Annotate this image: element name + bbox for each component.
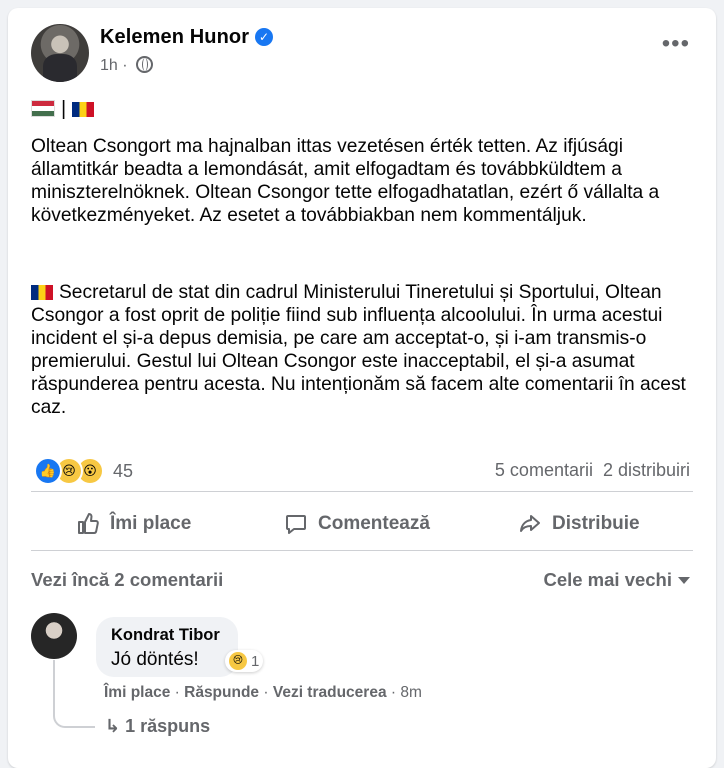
author-name[interactable]: Kelemen Hunor [100, 26, 249, 48]
like-reaction-icon: 👍 [34, 457, 62, 485]
globe-icon [136, 56, 154, 73]
shares-count-link[interactable]: 2 distribuiri [603, 460, 690, 480]
post-text-romanian-block: Secretarul de stat din cadrul Ministerul… [31, 281, 701, 419]
comment-bubble: Kondrat Tibor Jó döntés! [96, 617, 238, 677]
comment-button[interactable]: Comentează [284, 506, 430, 542]
share-arrow-icon [520, 515, 540, 532]
comment-reply-link[interactable]: Răspunde [184, 684, 259, 701]
reply-arrow-icon: ↳ [105, 716, 121, 736]
like-button[interactable]: Îmi place [76, 506, 191, 542]
comment-time[interactable]: 8m [400, 684, 422, 701]
hungary-flag-icon [31, 100, 55, 117]
author-avatar[interactable] [31, 24, 89, 82]
post-text-romanian: Secretarul de stat din cadrul Ministerul… [31, 282, 686, 418]
comment-sort-label: Cele mai vechi [543, 569, 672, 590]
engagement-counts: 5 comentarii 2 distribuiri [495, 460, 690, 481]
comment-text: Jó döntés! [111, 649, 199, 670]
commenter-name[interactable]: Kondrat Tibor [111, 626, 220, 645]
comment-bubble-icon [286, 515, 306, 534]
post-meta: 1h · [100, 56, 154, 75]
comment-reaction-badge[interactable]: 😢 1 [225, 650, 264, 672]
divider [31, 491, 693, 492]
comment-like-link[interactable]: Îmi place [104, 684, 170, 701]
post-text-hungarian: Oltean Csongort ma hajnalban ittas vezet… [31, 136, 660, 226]
verified-badge-icon: ✓ [255, 28, 274, 46]
view-replies-link[interactable]: ↳ 1 răspuns [105, 716, 210, 737]
comment-translate-link[interactable]: Vezi traducerea [273, 684, 387, 701]
replies-count: 1 răspuns [125, 716, 211, 736]
flags-line: | [31, 98, 95, 121]
reactions-summary[interactable]: 👍 😢 😮 45 [34, 457, 133, 485]
sad-reaction-icon: 😢 [229, 652, 247, 670]
comments-count-link[interactable]: 5 comentarii [495, 460, 593, 480]
romania-flag-icon [31, 285, 53, 300]
commenter-avatar[interactable] [31, 613, 77, 659]
flags-separator: | [61, 98, 67, 120]
comment-sort-dropdown[interactable]: Cele mai vechi [543, 569, 690, 591]
comment-button-label: Comentează [318, 513, 430, 534]
reply-thread-line [53, 660, 95, 728]
reaction-count: 45 [113, 460, 134, 481]
post-card: Kelemen Hunor ✓ 1h · ••• | Oltean Csongor… [8, 8, 716, 768]
view-more-comments-link[interactable]: Vezi încă 2 comentarii [31, 569, 223, 591]
comment-actions: Îmi place · Răspunde · Vezi traducerea ·… [104, 684, 422, 701]
post-time[interactable]: 1h [100, 57, 118, 74]
romania-flag-icon [72, 102, 95, 117]
more-options-button[interactable]: ••• [662, 32, 690, 56]
share-button-label: Distribuie [552, 513, 640, 534]
comment-reaction-count: 1 [251, 652, 260, 670]
caret-down-icon [678, 577, 690, 584]
share-button[interactable]: Distribuie [518, 506, 640, 542]
like-button-label: Îmi place [110, 513, 192, 534]
thumbs-up-icon [78, 513, 99, 534]
divider [31, 550, 693, 551]
author-name-row: Kelemen Hunor ✓ [100, 26, 274, 49]
